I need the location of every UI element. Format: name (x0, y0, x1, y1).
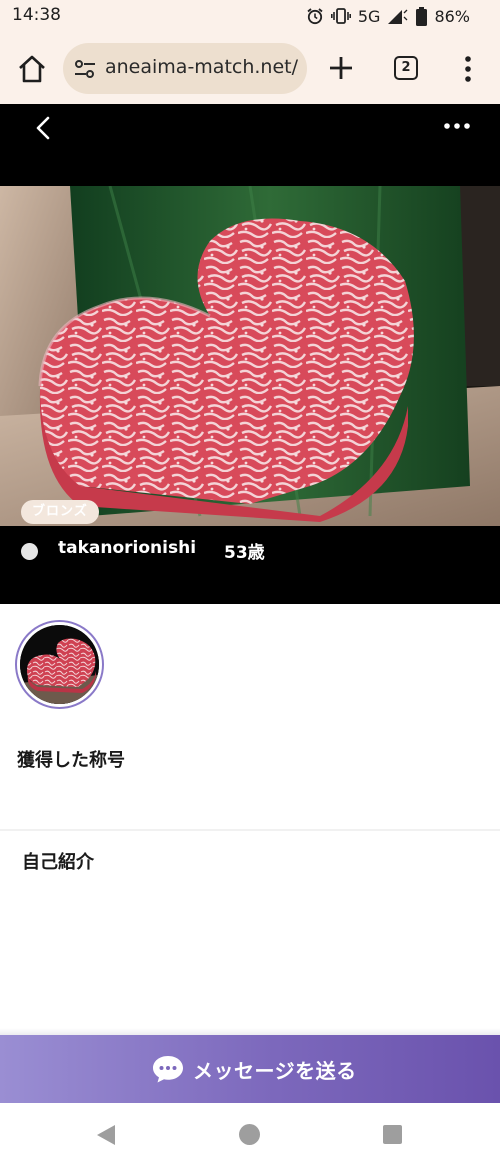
user-age: 53歳 (224, 543, 265, 563)
browser-toolbar: aneaima-match.net/ 2 (0, 32, 500, 104)
battery-level: 86% (434, 6, 470, 26)
system-navigation-bar (0, 1103, 500, 1166)
avatar-ring[interactable] (15, 620, 104, 709)
network-type: 5G (357, 6, 381, 26)
vibrate-icon (330, 8, 351, 24)
avatar-image (20, 625, 99, 704)
tab-switcher-button[interactable]: 2 (394, 56, 418, 80)
nav-recents-icon[interactable] (383, 1125, 402, 1144)
tab-count: 2 (401, 60, 411, 75)
back-icon[interactable] (30, 114, 56, 142)
earned-titles-heading: 獲得した称号 (17, 750, 125, 771)
battery-icon (416, 6, 428, 26)
profile-header: ブロンズ takanorionishi 53歳 (0, 104, 500, 604)
new-tab-icon[interactable] (328, 55, 354, 81)
send-message-button[interactable]: メッセージを送る (0, 1035, 500, 1103)
nav-home-icon[interactable] (239, 1124, 260, 1145)
chat-bubble-icon (153, 1056, 183, 1083)
status-time: 14:38 (12, 5, 61, 25)
send-message-label: メッセージを送る (193, 1059, 357, 1083)
more-options-icon[interactable] (444, 121, 470, 131)
rank-badge: ブロンズ (21, 500, 99, 524)
home-icon[interactable] (16, 53, 48, 85)
profile-cover-photo (0, 186, 500, 526)
online-status-dot (21, 543, 38, 560)
url-text[interactable]: aneaima-match.net/ (105, 56, 298, 78)
self-introduction-heading: 自己紹介 (22, 852, 94, 873)
overflow-menu-icon[interactable] (458, 55, 478, 83)
section-divider (0, 829, 500, 831)
address-bar[interactable]: aneaima-match.net/ (63, 43, 307, 94)
username: takanorionishi (58, 538, 197, 558)
alarm-icon (307, 8, 323, 25)
site-settings-icon[interactable] (73, 57, 97, 81)
avatar[interactable] (20, 625, 99, 704)
status-icons: 5G 86% (306, 5, 470, 27)
signal-icon (388, 9, 408, 24)
nav-back-icon[interactable] (96, 1124, 116, 1146)
status-bar: 14:38 5G 86% (0, 0, 500, 32)
